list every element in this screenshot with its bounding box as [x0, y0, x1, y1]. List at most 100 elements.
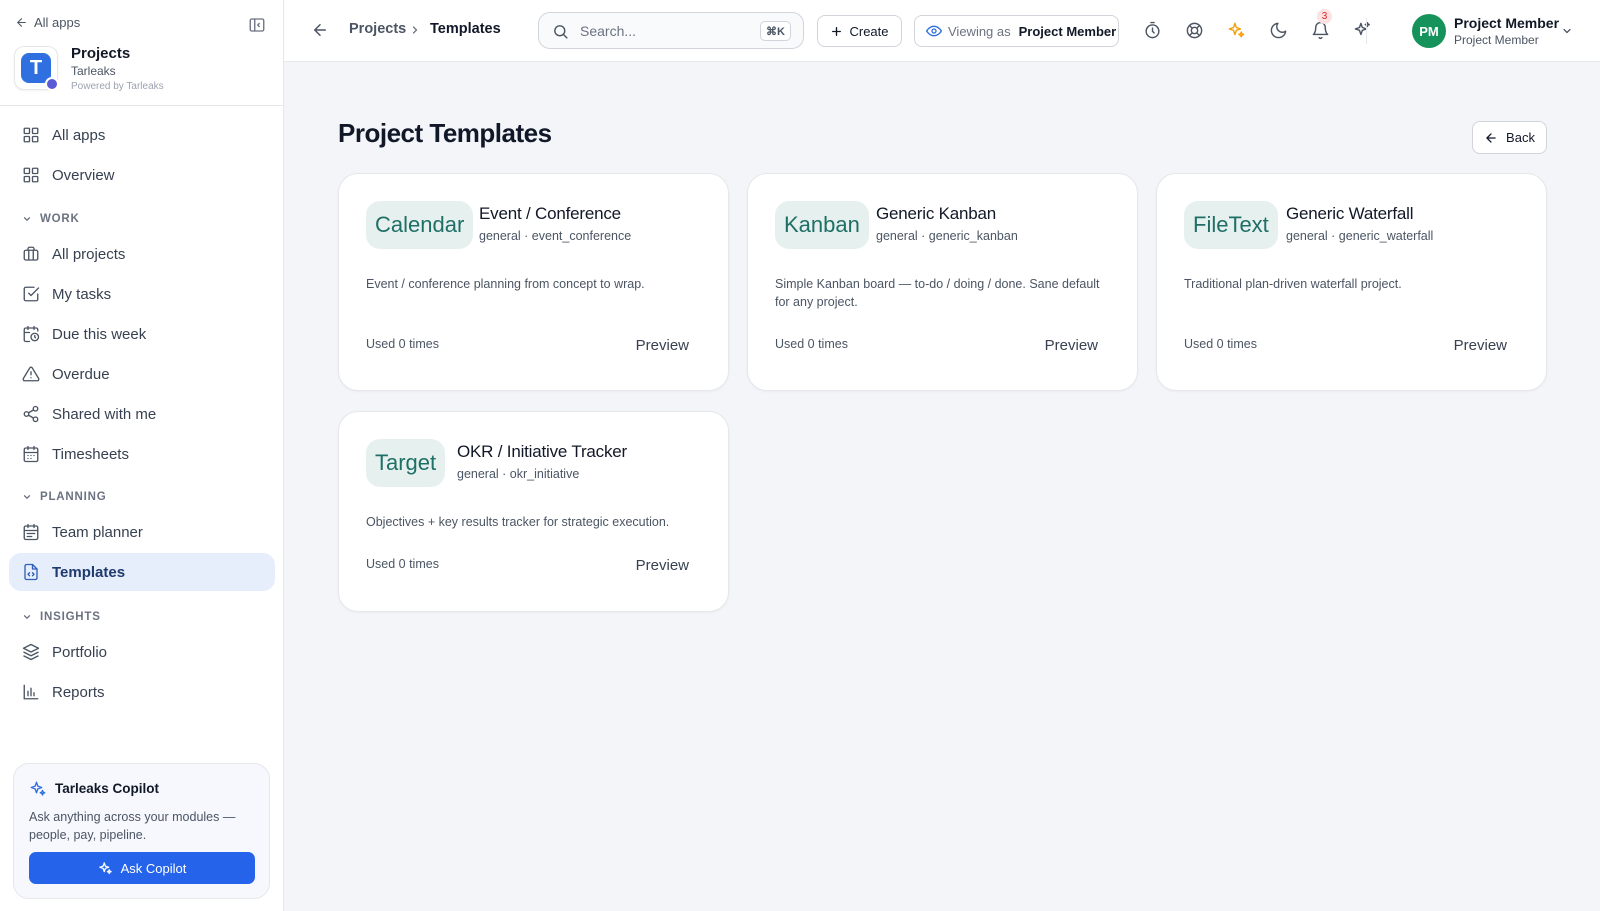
- chevron-down-icon[interactable]: [1561, 25, 1573, 37]
- sidebar-item-label: Portfolio: [52, 643, 108, 661]
- back-button[interactable]: Back: [1472, 121, 1547, 154]
- moon-icon[interactable]: [1269, 21, 1288, 40]
- search-icon: [554, 25, 568, 39]
- app-logo-badge: [45, 77, 59, 91]
- avatar[interactable]: PM: [1412, 14, 1446, 48]
- arrow-left-icon[interactable]: [311, 21, 329, 39]
- create-button[interactable]: Create: [817, 15, 902, 47]
- chevron-down-icon: [23, 217, 31, 221]
- all-apps-back-label: All apps: [34, 15, 81, 30]
- template-card[interactable]: Calendar Event / Conference general · ev…: [338, 173, 729, 391]
- sidebar-item-overdue[interactable]: Overdue: [9, 355, 275, 393]
- briefcase-icon: [23, 246, 39, 261]
- user-role: Project Member: [1454, 33, 1539, 47]
- sidebar-item-all-apps[interactable]: All apps: [9, 116, 275, 154]
- template-usage: Used 0 times: [1184, 337, 1257, 351]
- section-title: WORK: [40, 213, 80, 225]
- app-name: Projects: [71, 45, 131, 62]
- sidebar-item-timesheets[interactable]: Timesheets: [9, 435, 275, 473]
- timer-icon[interactable]: [1143, 21, 1162, 40]
- calendar-icon: [23, 445, 39, 463]
- template-subtitle: general · generic_kanban: [876, 229, 1018, 243]
- calendar-grid-icon: [23, 523, 39, 541]
- back-label: Back: [1506, 130, 1535, 145]
- breadcrumb-templates: Templates: [430, 21, 501, 37]
- template-icon-chip: FileText: [1184, 201, 1278, 249]
- ask-copilot-button[interactable]: Ask Copilot: [29, 852, 255, 884]
- layers-icon: [22, 643, 40, 661]
- breadcrumb-projects[interactable]: Projects: [349, 21, 406, 37]
- sidebar-item-all-projects[interactable]: All projects: [9, 235, 275, 273]
- bell-icon[interactable]: [1311, 21, 1330, 40]
- lifebuoy-icon[interactable]: [1185, 21, 1204, 40]
- sidebar-collapse-icon[interactable]: [248, 16, 266, 34]
- viewing-as-prefix: Viewing as: [948, 23, 1011, 39]
- sidebar-item-label: All apps: [52, 126, 106, 144]
- template-icon-chip: Calendar: [366, 201, 474, 249]
- template-description: Simple Kanban board — to-do / doing / do…: [775, 277, 1100, 309]
- calendar-clock-icon: [23, 325, 40, 343]
- template-card[interactable]: FileText Generic Waterfall general · gen…: [1156, 173, 1547, 391]
- template-title: OKR / Initiative Tracker: [457, 442, 627, 461]
- template-subtitle: general · generic_waterfall: [1286, 229, 1434, 243]
- all-apps-back-link[interactable]: All apps: [15, 15, 80, 30]
- ai-sparkles-icon[interactable]: [1353, 21, 1372, 40]
- grid-icon: [23, 127, 39, 143]
- section-header-work[interactable]: WORK: [22, 213, 80, 225]
- sidebar-item-team-planner[interactable]: Team planner: [9, 513, 275, 551]
- template-icon-chip: Target: [366, 439, 446, 487]
- sidebar-item-overview[interactable]: Overview: [9, 156, 275, 194]
- topbar: Projects Templates Search... ⌘K Create V…: [284, 0, 1600, 62]
- sidebar-item-label: Overdue: [52, 365, 110, 383]
- sidebar-item-label: Timesheets: [52, 445, 129, 463]
- search-input[interactable]: Search... ⌘K: [538, 12, 804, 49]
- preview-button[interactable]: Preview: [636, 337, 689, 354]
- notification-count-badge: 3: [1317, 9, 1332, 24]
- copilot-card: Tarleaks Copilot Ask anything across you…: [13, 763, 270, 899]
- sidebar-item-label: My tasks: [52, 285, 112, 303]
- checkbox-icon: [23, 286, 40, 302]
- template-description: Objectives + key results tracker for str…: [366, 515, 670, 529]
- eye-icon: [926, 25, 942, 37]
- section-title: PLANNING: [40, 491, 107, 503]
- template-subtitle: general · okr_initiative: [457, 467, 580, 481]
- arrow-left-icon: [17, 18, 26, 27]
- sidebar-item-my-tasks[interactable]: My tasks: [9, 275, 275, 313]
- sidebar-item-due-this-week[interactable]: Due this week: [9, 315, 275, 353]
- preview-button[interactable]: Preview: [1454, 337, 1507, 354]
- share-icon: [23, 405, 39, 423]
- sidebar: All apps T Projects Tarleaks Powered by …: [0, 0, 284, 911]
- sidebar-item-reports[interactable]: Reports: [9, 673, 275, 711]
- template-usage: Used 0 times: [366, 557, 439, 571]
- search-shortcut: ⌘K: [760, 21, 791, 41]
- template-description: Traditional plan-driven waterfall projec…: [1184, 277, 1402, 291]
- template-title: Generic Waterfall: [1286, 204, 1414, 223]
- template-title: Event / Conference: [479, 204, 621, 223]
- sidebar-item-portfolio[interactable]: Portfolio: [9, 633, 275, 671]
- user-name[interactable]: Project Member: [1454, 15, 1559, 31]
- template-description: Event / conference planning from concept…: [366, 277, 645, 291]
- template-card[interactable]: Target OKR / Initiative Tracker general …: [338, 411, 729, 612]
- warning-icon: [22, 366, 40, 382]
- section-header-planning[interactable]: PLANNING: [22, 491, 106, 503]
- arrow-left-icon: [1486, 132, 1496, 143]
- preview-button[interactable]: Preview: [1045, 337, 1098, 354]
- template-title: Generic Kanban: [876, 204, 997, 223]
- sidebar-item-label: Due this week: [52, 325, 147, 343]
- preview-button[interactable]: Preview: [636, 557, 689, 574]
- sidebar-item-templates[interactable]: Templates: [9, 553, 275, 591]
- sidebar-item-label: Templates: [52, 563, 126, 581]
- chevron-down-icon: [23, 495, 31, 499]
- template-card[interactable]: Kanban Generic Kanban general · generic_…: [747, 173, 1138, 391]
- sparkle-icon: [98, 861, 112, 874]
- plus-icon: [832, 26, 842, 36]
- topbar-divider: [1366, 18, 1367, 44]
- sparkle-icon[interactable]: [1227, 21, 1246, 40]
- sidebar-item-shared-with-me[interactable]: Shared with me: [9, 395, 275, 433]
- section-title: INSIGHTS: [40, 611, 101, 623]
- template-usage: Used 0 times: [366, 337, 439, 351]
- app-logo: T: [14, 46, 59, 91]
- section-header-insights[interactable]: INSIGHTS: [22, 611, 101, 623]
- ask-copilot-label: Ask Copilot: [120, 860, 187, 876]
- viewing-as-button[interactable]: Viewing as Project Member: [914, 15, 1119, 47]
